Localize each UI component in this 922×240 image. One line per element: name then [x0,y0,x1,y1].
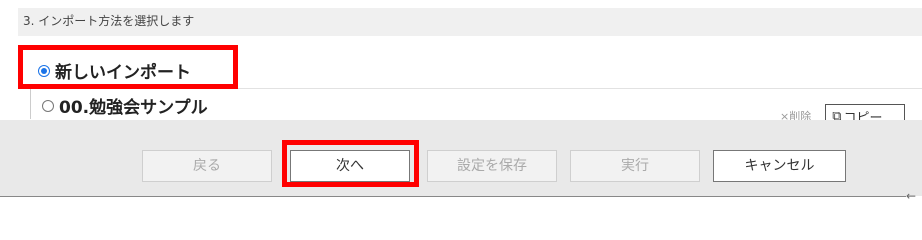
copy-button[interactable]: ⧉ コピー [825,104,906,120]
highlight-next-button [282,140,419,187]
highlight-new-import [18,45,238,89]
save-settings-button[interactable]: 設定を保存 [427,150,557,182]
copy-icon: ⧉ [832,109,842,120]
option-left-border [30,89,31,119]
radio-unselected-icon[interactable] [42,99,54,112]
option-saved-setting-label: 00.勉強会サンプル [59,98,208,118]
saved-setting-actions: ×削除 ⧉ コピー [780,104,906,120]
scroll-left-arrow-icon[interactable]: ← [906,190,916,202]
cancel-button[interactable]: キャンセル [713,150,846,182]
bottom-divider [0,196,906,197]
copy-button-label: コピー [843,111,883,120]
run-button[interactable]: 実行 [570,150,700,182]
step-header: 3. インポート方法を選択します [18,8,922,36]
back-button[interactable]: 戻る [142,150,272,182]
delete-link[interactable]: ×削除 [780,108,811,120]
footer-bar: 戻る 次へ 設定を保存 実行 キャンセル [0,120,922,196]
option-saved-setting[interactable]: 00.勉強会サンプル [42,93,208,118]
